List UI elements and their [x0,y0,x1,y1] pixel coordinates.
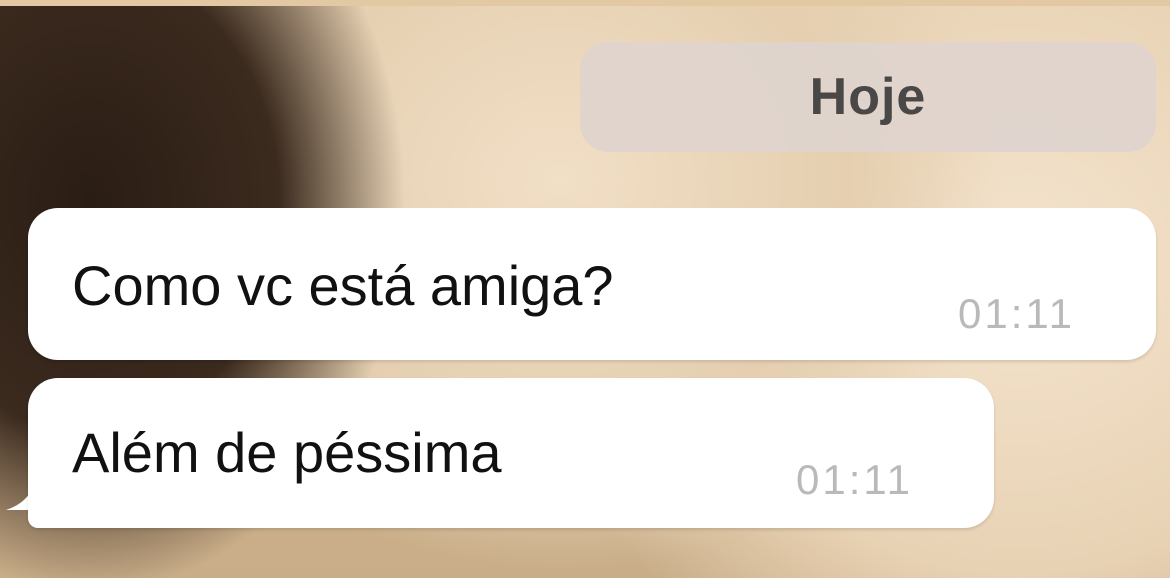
message-bubble[interactable]: Como vc está amiga? 01:11 [28,208,1156,360]
top-border [0,0,1170,6]
message-bubble[interactable]: Além de péssima 01:11 [28,378,994,528]
chat-area: Hoje Como vc está amiga? 01:11 Além de p… [0,0,1170,578]
date-separator: Hoje [580,42,1156,152]
date-separator-label: Hoje [809,68,927,126]
message-time: 01:11 [958,290,1075,337]
message-text: Como vc está amiga? [72,254,614,317]
message-text: Além de péssima [72,421,502,484]
message-time: 01:11 [796,456,913,503]
